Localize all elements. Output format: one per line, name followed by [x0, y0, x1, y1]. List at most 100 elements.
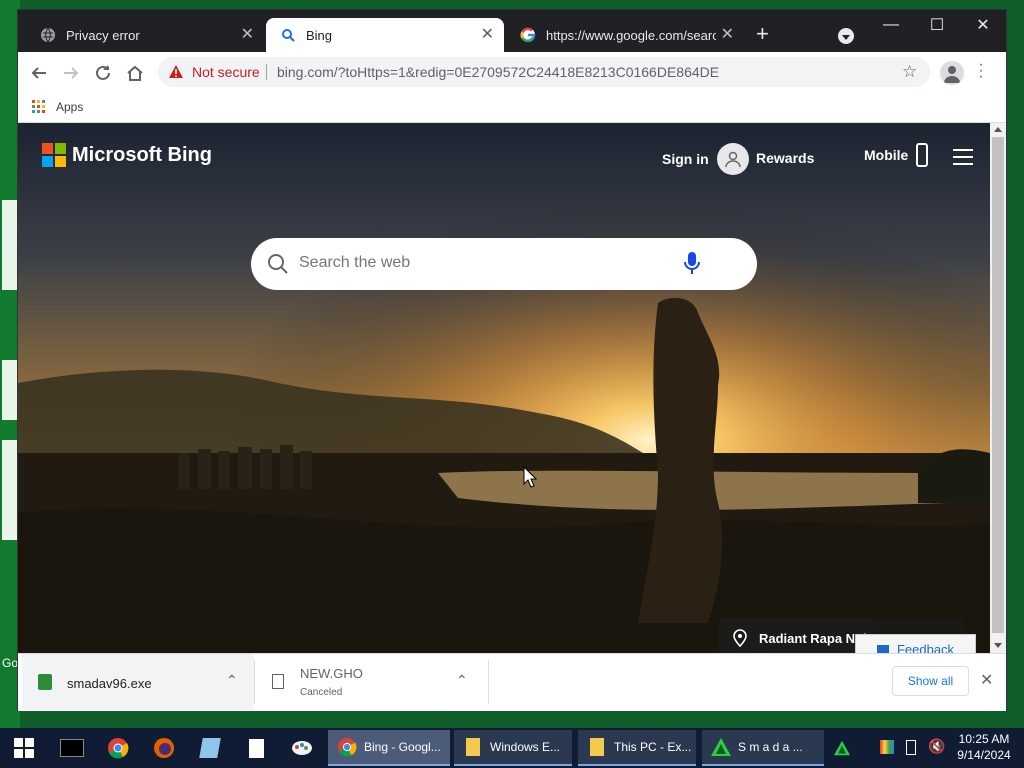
search-icon: [267, 253, 289, 280]
download-item[interactable]: smadav96.exe ⌃: [22, 654, 254, 710]
search-box[interactable]: Search the web: [251, 238, 757, 290]
taskbar-app-label: This PC - Ex...: [614, 740, 692, 754]
battery-icon[interactable]: [906, 740, 916, 755]
feedback-icon: [876, 644, 889, 653]
close-download-shelf-icon[interactable]: ✕: [980, 670, 993, 690]
tab-search-button[interactable]: [838, 28, 854, 44]
bookmark-star-icon[interactable]: ☆: [902, 62, 917, 82]
url-text[interactable]: bing.com/?toHttps=1&redig=0E2709572C2441…: [277, 64, 719, 80]
browser-window: Privacy error ✕ Bing ✕ https://www.googl…: [18, 10, 1006, 711]
hamburger-menu-icon[interactable]: [953, 149, 973, 165]
download-filename: NEW.GHO: [300, 666, 363, 681]
tab-title: https://www.google.com/search?: [546, 27, 716, 43]
scroll-thumb[interactable]: [992, 137, 1004, 633]
user-icon: [716, 143, 749, 175]
chrome-icon[interactable]: [98, 732, 138, 764]
terminal-icon[interactable]: [52, 732, 92, 764]
tab-google-search[interactable]: https://www.google.com/search? ✕: [506, 18, 744, 52]
divider: [266, 64, 267, 80]
taskbar-app-chrome[interactable]: Bing - Googl...: [328, 730, 450, 766]
firefox-icon[interactable]: [144, 732, 184, 764]
bing-logo[interactable]: Microsoft Bing: [42, 143, 212, 167]
smadav-icon: [710, 736, 732, 758]
apps-grid-icon: [32, 100, 45, 113]
rewards-link[interactable]: Rewards: [756, 150, 814, 166]
map-pin-icon: [733, 629, 747, 647]
maximize-button[interactable]: ☐: [914, 10, 960, 40]
clock[interactable]: 10:25 AM 9/14/2024: [954, 731, 1014, 763]
background-panel: [2, 200, 18, 290]
tab-bing[interactable]: Bing ✕: [266, 18, 504, 52]
logo-text: Microsoft Bing: [72, 143, 212, 166]
color-tray-icon[interactable]: [880, 740, 894, 754]
volume-muted-icon[interactable]: 🔇: [928, 738, 945, 755]
chevron-up-icon[interactable]: ⌃: [226, 672, 238, 689]
microphone-icon[interactable]: [683, 251, 701, 282]
file-icon: [272, 674, 284, 689]
sign-in-button[interactable]: Sign in: [662, 143, 749, 175]
background-panel: [2, 360, 18, 420]
clock-date: 9/14/2024: [957, 748, 1011, 762]
omnibox[interactable]: Not secure bing.com/?toHttps=1&redig=0E2…: [158, 57, 930, 87]
background-window: [0, 0, 20, 728]
download-item[interactable]: NEW.GHO Canceled ⌃: [256, 654, 488, 710]
search-input[interactable]: Search the web: [299, 254, 410, 272]
page-scrollbar[interactable]: [990, 123, 1006, 653]
show-all-button[interactable]: Show all: [892, 666, 969, 696]
divider: [488, 660, 489, 704]
chrome-icon: [336, 736, 358, 758]
mobile-label: Mobile: [864, 147, 909, 163]
taskbar-app-label: Bing - Googl...: [364, 740, 441, 754]
microsoft-logo-icon: [42, 143, 66, 167]
home-button[interactable]: [122, 60, 148, 86]
start-button[interactable]: [4, 732, 44, 764]
taskbar-app-label: Windows E...: [490, 740, 561, 754]
profile-avatar[interactable]: [940, 61, 964, 85]
feedback-button[interactable]: Feedback: [855, 634, 976, 653]
globe-icon: [40, 27, 56, 43]
smadav-tray-icon[interactable]: [822, 732, 862, 764]
menu-kebab-icon[interactable]: · · ·: [976, 57, 986, 85]
forward-button[interactable]: [58, 60, 84, 86]
new-tab-button[interactable]: +: [756, 23, 769, 45]
folder-icon: [462, 736, 484, 758]
taskbar-app-explorer[interactable]: Windows E...: [454, 730, 572, 766]
close-tab-icon[interactable]: ✕: [721, 27, 734, 43]
minimize-button[interactable]: —: [868, 10, 914, 40]
apps-bookmark[interactable]: Apps: [32, 100, 83, 114]
taskbar-app-this-pc[interactable]: This PC - Ex...: [578, 730, 696, 766]
chevron-down-icon: [842, 34, 850, 40]
security-status[interactable]: Not secure: [192, 64, 260, 80]
google-icon: [520, 27, 536, 43]
document-icon[interactable]: [236, 732, 276, 764]
feedback-label: Feedback: [896, 641, 955, 654]
taskbar-app-smadav[interactable]: S m a d a ...: [702, 730, 824, 766]
notepad-icon[interactable]: [190, 732, 230, 764]
mouse-cursor-icon: [523, 466, 537, 488]
close-tab-icon[interactable]: ✕: [481, 27, 494, 43]
divider: [254, 660, 255, 704]
download-status: Canceled: [300, 687, 343, 698]
close-window-button[interactable]: ✕: [960, 10, 1006, 40]
chevron-up-icon[interactable]: ⌃: [456, 672, 468, 689]
tab-privacy-error[interactable]: Privacy error ✕: [26, 18, 264, 52]
warning-icon: [168, 64, 184, 84]
mobile-link[interactable]: Mobile: [864, 143, 929, 167]
search-icon: [280, 27, 296, 43]
paint-icon[interactable]: [282, 732, 322, 764]
scroll-down-icon[interactable]: [994, 643, 1002, 648]
reload-button[interactable]: [90, 60, 116, 86]
bookmarks-bar: Apps: [18, 92, 1006, 123]
tab-title: Bing: [306, 27, 333, 43]
image-location[interactable]: Radiant Rapa Nui: [719, 618, 873, 653]
clock-time: 10:25 AM: [958, 732, 1010, 746]
browser-toolbar: Not secure bing.com/?toHttps=1&redig=0E2…: [18, 52, 1006, 92]
taskbar-app-label: S m a d a ...: [738, 740, 803, 754]
scroll-up-icon[interactable]: [994, 127, 1002, 132]
folder-icon: [586, 736, 608, 758]
back-button[interactable]: [26, 60, 52, 86]
apps-label: Apps: [56, 100, 84, 114]
location-label: Radiant Rapa Nui: [759, 630, 867, 646]
close-tab-icon[interactable]: ✕: [241, 27, 254, 43]
smadav-file-icon: [38, 674, 52, 690]
